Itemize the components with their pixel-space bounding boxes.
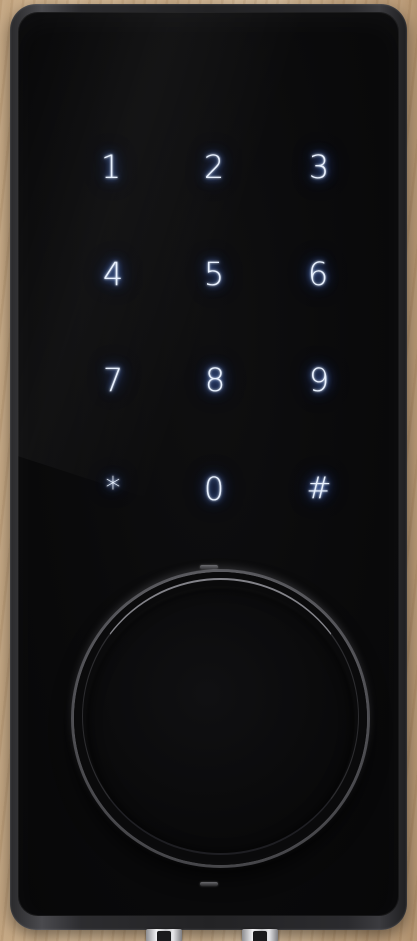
key-7-button[interactable]: 7 [76, 343, 150, 417]
key-9-label: 9 [308, 361, 330, 399]
key-3-label: 3 [308, 148, 330, 186]
key-1-button[interactable]: 1 [74, 130, 148, 204]
smart-lock-body: 1 2 3 4 5 6 7 8 9 * 0 # [10, 4, 407, 930]
keypad: 1 2 3 4 5 6 7 8 9 * 0 # [18, 12, 399, 572]
glass-keypad-panel: 1 2 3 4 5 6 7 8 9 * 0 # [18, 12, 399, 916]
knob-face [86, 586, 355, 855]
key-5-label: 5 [203, 255, 225, 293]
key-3-button[interactable]: 3 [282, 130, 356, 204]
key-star-button[interactable]: * [76, 452, 150, 526]
mounting-bolt-left [146, 929, 182, 941]
status-led-icon [199, 565, 218, 569]
key-7-label: 7 [102, 361, 124, 399]
key-9-button[interactable]: 9 [282, 343, 356, 417]
key-1-label: 1 [100, 148, 122, 186]
key-4-button[interactable]: 4 [76, 237, 150, 311]
key-8-label: 8 [204, 361, 226, 399]
key-star-label: * [105, 471, 121, 506]
key-2-label: 2 [203, 148, 225, 186]
thumb-turn-knob[interactable] [74, 572, 367, 865]
key-0-button[interactable]: 0 [177, 452, 251, 526]
key-0-label: 0 [203, 470, 225, 508]
status-led-icon [199, 882, 218, 886]
key-6-label: 6 [307, 255, 329, 293]
key-8-button[interactable]: 8 [178, 343, 252, 417]
key-hash-button[interactable]: # [282, 452, 356, 526]
mounting-bolt-right [242, 929, 278, 941]
key-2-button[interactable]: 2 [177, 130, 251, 204]
key-5-button[interactable]: 5 [177, 237, 251, 311]
key-hash-label: # [306, 471, 332, 506]
key-4-label: 4 [102, 255, 124, 293]
key-6-button[interactable]: 6 [281, 237, 355, 311]
